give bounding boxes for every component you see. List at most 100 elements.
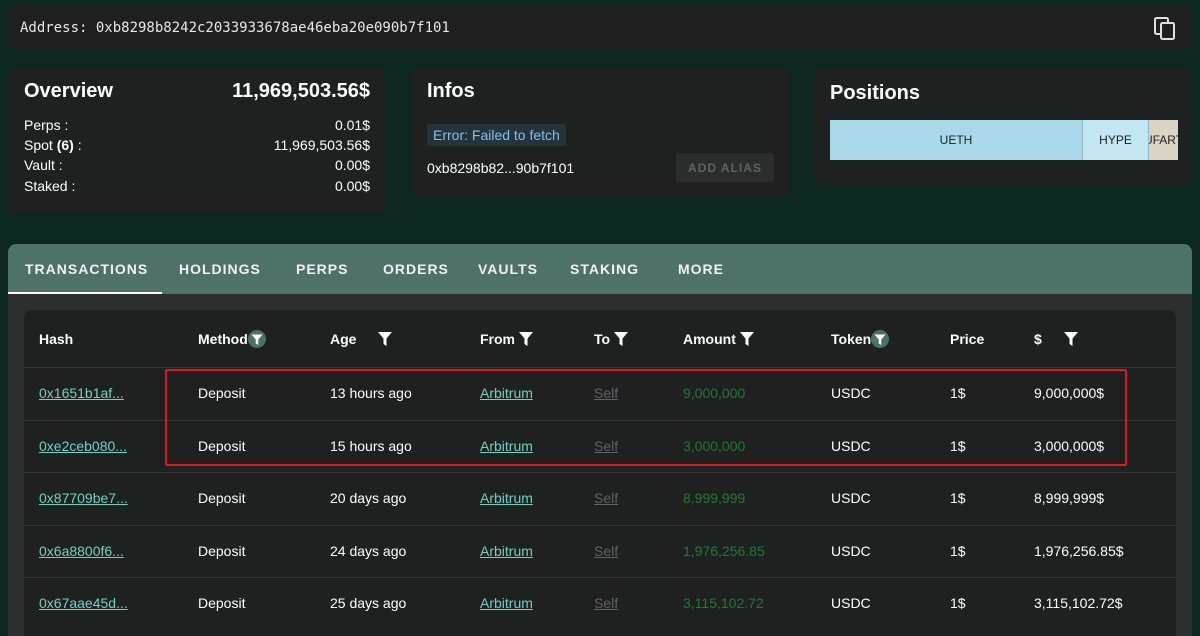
header-label: Method xyxy=(198,331,248,347)
header-label: $ xyxy=(1034,331,1042,347)
column-header-age: Age xyxy=(330,329,394,349)
table-row: 0x1651b1af... Deposit 13 hours ago Arbitrum… xyxy=(24,367,1176,420)
usd-value-cell: 1,976,256.85$ xyxy=(1034,542,1124,559)
header-label: Age xyxy=(330,331,357,347)
table-row: 0x6a8800f6... Deposit 24 days ago Arbitrum S… xyxy=(24,525,1176,578)
overview-label-prefix: Spot xyxy=(24,137,57,153)
token-cell: USDC xyxy=(831,385,871,401)
to-link[interactable]: Self xyxy=(594,385,618,401)
from-link[interactable]: Arbitrum xyxy=(480,438,533,454)
usd-value-cell: 9,000,000$ xyxy=(1034,385,1105,401)
from-link[interactable]: Arbitrum xyxy=(480,543,533,559)
age-cell: 13 hours ago xyxy=(330,385,412,401)
overview-label: Spot (6) : xyxy=(24,137,82,153)
column-header-to: To xyxy=(594,329,630,349)
method-cell: Deposit xyxy=(198,542,246,559)
infos-title: Infos xyxy=(427,80,475,102)
usd-value-cell: 3,115,102.72$ xyxy=(1034,595,1123,611)
column-header-token: Token xyxy=(831,329,890,349)
overview-label-suffix: : xyxy=(73,137,82,153)
header-label: Price xyxy=(950,331,985,347)
position-segment-ueth[interactable]: UETH xyxy=(830,120,1082,160)
position-segment-ufart[interactable]: UFART xyxy=(1148,120,1178,160)
column-header-from: From xyxy=(480,329,535,349)
tab-more[interactable]: MORE xyxy=(678,244,724,294)
table-row: 0x87709be7... Deposit 20 days ago Arbitrum S… xyxy=(24,472,1176,525)
amount-cell: 3,115,102.72 xyxy=(683,595,764,611)
tab-perps[interactable]: PERPS xyxy=(296,244,348,294)
from-link[interactable]: Arbitrum xyxy=(480,490,533,506)
filter-icon[interactable] xyxy=(738,330,756,348)
price-cell: 1$ xyxy=(950,385,966,401)
column-header-usd: $ xyxy=(1034,329,1080,349)
error-badge: Error: Failed to fetch xyxy=(427,124,566,146)
tab-staking[interactable]: STAKING xyxy=(570,244,639,294)
price-cell: 1$ xyxy=(950,490,966,506)
filter-icon[interactable] xyxy=(612,330,630,348)
add-alias-button[interactable]: ADD ALIAS xyxy=(676,153,774,182)
overview-row-perps: Perps : 0.01$ xyxy=(24,117,370,133)
usd-value-cell: 3,000,000$ xyxy=(1034,437,1105,454)
filter-icon[interactable] xyxy=(517,330,535,348)
hash-link[interactable]: 0x67aae45d... xyxy=(39,595,128,611)
age-cell: 15 hours ago xyxy=(330,437,412,454)
to-link[interactable]: Self xyxy=(594,543,618,559)
overview-label: Staked : xyxy=(24,178,76,194)
overview-label-count: (6) xyxy=(56,137,74,153)
price-cell: 1$ xyxy=(950,542,966,559)
tab-orders[interactable]: ORDERS xyxy=(383,244,449,294)
column-header-method: Method xyxy=(198,329,266,349)
address-bar: Address: 0xb8298b8242c2033933678ae46eba2… xyxy=(8,6,1192,50)
filter-circle-icon[interactable] xyxy=(871,330,890,348)
token-cell: USDC xyxy=(831,542,871,559)
position-segment-hype[interactable]: HYPE xyxy=(1082,120,1148,160)
overview-card: Overview 11,969,503.56$ Perps : 0.01$ Sp… xyxy=(8,67,386,213)
filter-icon[interactable] xyxy=(1062,330,1080,348)
positions-card: Positions UETH HYPE UFART xyxy=(814,67,1192,185)
overview-label: Perps : xyxy=(24,117,69,133)
to-link[interactable]: Self xyxy=(594,490,618,506)
price-cell: 1$ xyxy=(950,595,966,611)
age-cell: 24 days ago xyxy=(330,542,407,559)
overview-value: 0.01$ xyxy=(334,117,370,133)
from-link[interactable]: Arbitrum xyxy=(480,595,533,611)
overview-row-staked: Staked : 0.00$ xyxy=(24,178,370,194)
positions-bar: UETH HYPE UFART xyxy=(830,120,1178,160)
header-label: Amount xyxy=(683,331,736,347)
tab-vaults[interactable]: VAULTS xyxy=(478,244,538,294)
header-label: Hash xyxy=(39,331,74,347)
token-cell: USDC xyxy=(831,490,871,506)
copy-icon[interactable] xyxy=(1154,17,1176,41)
overview-label: Vault : xyxy=(24,157,63,173)
overview-value: 0.00$ xyxy=(334,178,370,194)
table-row: 0x67aae45d... Deposit 25 days ago Arbitrum S… xyxy=(24,577,1176,630)
column-header-hash: Hash xyxy=(39,329,73,349)
tab-transactions[interactable]: TRANSACTIONS xyxy=(25,244,148,294)
tab-holdings[interactable]: HOLDINGS xyxy=(179,244,261,294)
token-cell: USDC xyxy=(831,595,871,611)
filter-icon[interactable] xyxy=(376,330,394,348)
tab-bar: TRANSACTIONS HOLDINGS PERPS ORDERS VAULT… xyxy=(8,244,1192,294)
hash-link[interactable]: 0xe2ceb080... xyxy=(39,438,127,454)
hash-link[interactable]: 0x1651b1af... xyxy=(39,385,124,401)
filter-circle-icon[interactable] xyxy=(247,330,266,348)
overview-title: Overview xyxy=(24,80,113,102)
column-header-price: Price xyxy=(950,329,984,349)
overview-value: 0.00$ xyxy=(334,157,370,173)
to-link[interactable]: Self xyxy=(594,438,618,454)
positions-title: Positions xyxy=(830,82,921,104)
address-text: Address: 0xb8298b8242c2033933678ae46eba2… xyxy=(20,20,450,36)
hash-link[interactable]: 0x6a8800f6... xyxy=(39,543,124,559)
header-label: To xyxy=(594,331,611,347)
amount-cell: 8,999,999 xyxy=(683,490,746,506)
transactions-table: Hash Method Age From To Amount Token Pri… xyxy=(24,310,1176,636)
column-header-amount: Amount xyxy=(683,329,756,349)
usd-value-cell: 8,999,999$ xyxy=(1034,490,1105,506)
from-link[interactable]: Arbitrum xyxy=(480,385,533,401)
token-cell: USDC xyxy=(831,437,871,454)
hash-link[interactable]: 0x87709be7... xyxy=(39,490,128,506)
table-row: 0xe2ceb080... Deposit 15 hours ago Arbitrum… xyxy=(24,420,1176,473)
to-link[interactable]: Self xyxy=(594,595,618,611)
age-cell: 25 days ago xyxy=(330,595,407,611)
header-label: Token xyxy=(831,331,872,347)
